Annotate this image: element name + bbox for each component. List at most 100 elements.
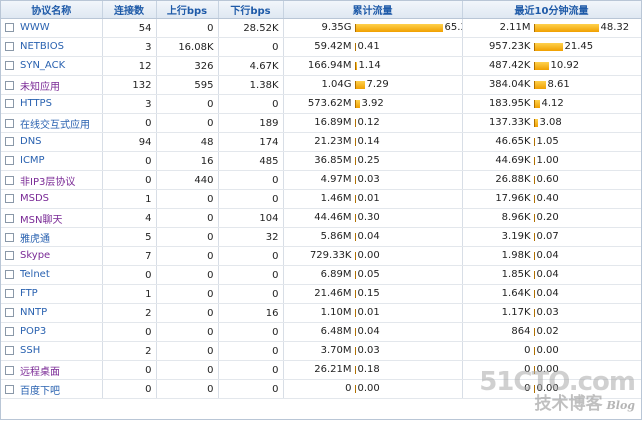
total-traffic-value: 21.46M [314,288,352,300]
total-traffic-bar [354,137,356,146]
row-checkbox[interactable] [5,99,14,109]
recent-traffic-cell: 864 0.02 [462,322,641,342]
row-checkbox[interactable] [5,251,14,261]
recent-traffic-value: 137.33K [488,117,531,129]
row-checkbox[interactable] [5,42,14,52]
row-checkbox[interactable] [5,156,14,166]
total-traffic-percent: 0.03 [357,174,380,186]
total-traffic-percent: 0.30 [357,212,380,224]
table-row: 非IP3层协议 0 440 0 4.97M 0.03 26.88K 0.60 [1,170,641,190]
connections-cell: 2 [102,341,157,361]
row-checkbox[interactable] [5,80,14,90]
total-traffic-value: 5.86M [320,231,352,243]
total-traffic-value: 1.04G [321,79,352,91]
recent-traffic-cell: 3.19K 0.07 [462,227,641,247]
protocol-link[interactable]: 非IP3层协议 [20,177,75,188]
protocol-link[interactable]: 远程桌面 [20,367,60,378]
recent-traffic-value: 26.88K [495,174,531,186]
row-checkbox[interactable] [5,365,14,375]
upstream-bps-cell: 440 [156,170,219,190]
protocol-name-cell: 百度下吧 [1,379,103,399]
row-checkbox[interactable] [5,175,14,185]
protocol-link[interactable]: NETBIOS [20,41,64,52]
total-traffic-cell: 1.46M 0.01 [283,189,463,209]
protocol-link[interactable]: MSDS [20,193,49,204]
recent-traffic-cell: 46.65K 1.05 [462,132,641,152]
total-traffic-percent: 0.04 [357,231,380,243]
total-traffic-cell: 4.97M 0.03 [283,170,463,190]
total-traffic-bar [354,194,356,203]
recent-traffic-cell: 1.17K 0.03 [462,303,641,323]
total-traffic-bar [354,289,356,298]
protocol-link[interactable]: 在线交互式应用 [20,120,90,131]
recent-traffic-bar [533,156,535,165]
upstream-bps-cell: 16 [156,151,219,171]
recent-traffic-bar [533,80,546,89]
row-checkbox[interactable] [5,232,14,242]
row-checkbox[interactable] [5,308,14,318]
col-header-recent-10min-traffic[interactable]: 最近10分钟流量 [462,1,641,19]
recent-traffic-value: 0 [524,364,531,376]
total-traffic-percent: 3.92 [361,98,384,110]
protocol-link[interactable]: SYN_ACK [20,60,65,71]
protocol-link[interactable]: POP3 [20,326,46,337]
recent-traffic-bar [533,23,599,32]
total-traffic-value: 3.70M [320,345,352,357]
downstream-bps-cell: 0 [218,94,284,114]
row-checkbox[interactable] [5,61,14,71]
protocol-link[interactable]: FTP [20,288,38,299]
protocol-link[interactable]: NNTP [20,307,47,318]
protocol-link[interactable]: 未知应用 [20,82,60,93]
col-header-connections[interactable]: 连接数 [102,1,157,19]
row-checkbox[interactable] [5,270,14,280]
recent-traffic-bar [533,175,535,184]
protocol-link[interactable]: 雅虎通 [20,234,50,245]
total-traffic-percent: 0.18 [357,364,380,376]
protocol-link[interactable]: ICMP [20,155,45,166]
total-traffic-bar [354,327,356,336]
recent-traffic-percent: 1.05 [536,136,559,148]
row-checkbox[interactable] [5,23,14,33]
recent-traffic-percent: 0.60 [536,174,559,186]
protocol-name-cell: DNS [1,132,103,152]
recent-traffic-value: 487.42K [488,60,531,72]
protocol-link[interactable]: DNS [20,136,42,147]
protocol-link[interactable]: SSH [20,345,40,356]
total-traffic-value: 9.35G [321,22,352,34]
row-checkbox[interactable] [5,384,14,394]
recent-traffic-bar [533,99,540,108]
connections-cell: 3 [102,94,157,114]
recent-traffic-cell: 44.69K 1.00 [462,151,641,171]
recent-traffic-value: 864 [511,326,531,338]
col-header-protocol-name[interactable]: 协议名称 [1,1,103,19]
total-traffic-cell: 166.94M 1.14 [283,56,463,76]
row-checkbox[interactable] [5,194,14,204]
protocol-link[interactable]: Telnet [20,269,50,280]
col-header-total-traffic[interactable]: 累计流量 [283,1,463,19]
col-header-upstream-bps[interactable]: 上行bps [156,1,219,19]
total-traffic-cell: 1.04G 7.29 [283,75,463,95]
protocol-link[interactable]: MSN聊天 [20,215,62,226]
table-row: ICMP 0 16 485 36.85M 0.25 44.69K 1.00 [1,151,641,171]
protocol-link[interactable]: 百度下吧 [20,386,60,397]
row-checkbox[interactable] [5,289,14,299]
col-header-downstream-bps[interactable]: 下行bps [218,1,284,19]
total-traffic-cell: 21.46M 0.15 [283,284,463,304]
protocol-traffic-panel: 协议名称 连接数 上行bps 下行bps 累计流量 最近10分钟流量 WWW 54… [0,0,642,420]
table-row: MSN聊天 4 0 104 44.46M 0.30 8.96K 0.20 [1,208,641,228]
protocol-link[interactable]: WWW [20,22,50,33]
downstream-bps-cell: 0 [218,170,284,190]
row-checkbox[interactable] [5,118,14,128]
protocol-link[interactable]: Skype [20,250,50,261]
row-checkbox[interactable] [5,346,14,356]
recent-traffic-bar [533,42,563,51]
row-checkbox[interactable] [5,213,14,223]
protocol-link[interactable]: HTTPS [20,98,52,109]
total-traffic-value: 166.94M [307,60,352,72]
row-checkbox[interactable] [5,327,14,337]
upstream-bps-cell: 0 [156,18,219,38]
total-traffic-bar [354,156,356,165]
total-traffic-cell: 1.10M 0.01 [283,303,463,323]
row-checkbox[interactable] [5,137,14,147]
protocol-name-cell: 在线交互式应用 [1,113,103,133]
